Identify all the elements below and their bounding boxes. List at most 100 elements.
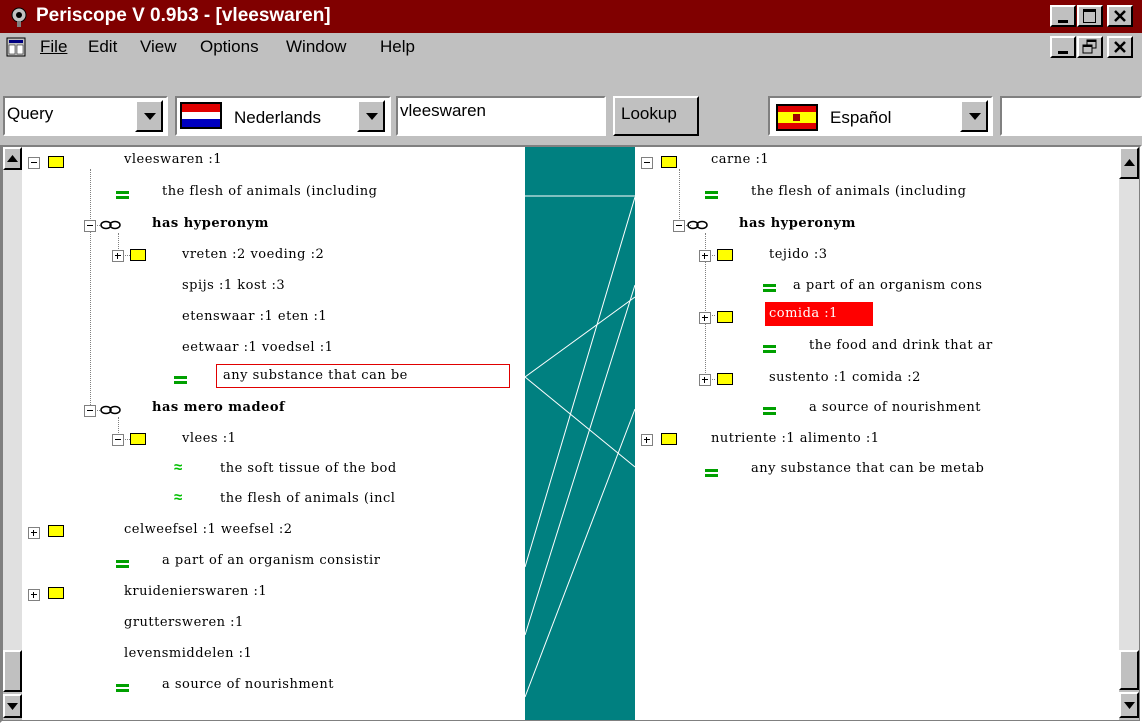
scroll-thumb[interactable] [3, 650, 22, 692]
mdi-minimize-button[interactable] [1050, 36, 1076, 58]
lookup-button[interactable]: Lookup [613, 96, 699, 136]
gloss-text[interactable]: a part of an organism consistir [162, 553, 380, 569]
collapse-toggle[interactable] [84, 220, 96, 232]
synset-folder-icon [48, 587, 64, 599]
relation-label[interactable]: has mero madeof [152, 400, 285, 416]
scroll-up-button[interactable] [1119, 147, 1139, 179]
relation-link-icon [100, 220, 121, 230]
source-tree-pane[interactable]: vleeswaren :1 the flesh of animals (incl… [22, 147, 525, 720]
gloss-text[interactable]: the flesh of animals (including [162, 184, 377, 200]
gloss-text[interactable]: the soft tissue of the bod [220, 461, 397, 477]
expand-toggle[interactable] [112, 250, 124, 262]
relation-link-icon [687, 220, 708, 230]
document-icon[interactable] [6, 37, 26, 57]
relation-link-icon [100, 405, 121, 415]
scroll-track[interactable] [1119, 179, 1139, 669]
query-input[interactable]: vleeswaren [396, 96, 606, 136]
arrow-down-icon [1124, 702, 1135, 709]
gloss-text[interactable]: any substance that can be metab [751, 461, 984, 477]
collapse-toggle[interactable] [112, 434, 124, 446]
tree-node[interactable]: levensmiddelen :1 [124, 646, 252, 662]
tree-node[interactable]: spijs :1 kost :3 [182, 278, 285, 294]
tree-node[interactable]: vlees :1 [182, 431, 236, 447]
menu-view[interactable]: View [140, 37, 177, 57]
target-language-dropdown[interactable] [960, 100, 988, 132]
scroll-down-button[interactable] [1119, 692, 1139, 718]
tree-node-root[interactable]: vleeswaren :1 [124, 152, 222, 168]
expand-toggle[interactable] [699, 374, 711, 386]
tree-node-selected: comida :1 [769, 306, 838, 321]
synset-folder-icon [717, 373, 733, 385]
tree-node[interactable]: etenswaar :1 eten :1 [182, 309, 327, 325]
target-input[interactable] [1000, 96, 1142, 136]
tree-node[interactable]: eetwaar :1 voedsel :1 [182, 340, 333, 356]
tree-node[interactable]: tejido :3 [769, 247, 828, 263]
gloss-equal-icon [116, 560, 129, 568]
window-title: Periscope V 0.9b3 - [vleeswaren] [36, 5, 331, 26]
minimize-button[interactable] [1050, 5, 1076, 27]
relation-label[interactable]: has hyperonym [739, 216, 856, 232]
menu-options[interactable]: Options [200, 37, 259, 57]
expand-toggle[interactable] [699, 312, 711, 324]
mode-select[interactable]: Query [3, 96, 168, 136]
expand-toggle[interactable] [28, 527, 40, 539]
scroll-up-button[interactable] [3, 147, 22, 170]
tree-node[interactable]: gruttersweren :1 [124, 615, 244, 631]
source-language-select[interactable]: Nederlands [175, 96, 391, 136]
synset-folder-icon [661, 156, 677, 168]
gloss-approx-icon: ≈ [174, 459, 183, 476]
tree-node-root[interactable]: carne :1 [711, 152, 769, 168]
gloss-text[interactable]: the food and drink that ar [809, 338, 993, 354]
gloss-text[interactable]: a part of an organism cons [793, 278, 982, 294]
scroll-track[interactable] [3, 170, 22, 670]
gloss-equal-icon [705, 191, 718, 199]
expand-toggle[interactable] [699, 250, 711, 262]
synset-folder-icon [661, 433, 677, 445]
collapse-toggle[interactable] [84, 405, 96, 417]
collapse-toggle[interactable] [673, 220, 685, 232]
scroll-down-button[interactable] [3, 694, 22, 718]
mdi-restore-button[interactable] [1077, 36, 1103, 58]
close-button[interactable] [1107, 5, 1133, 27]
title-bar[interactable]: Periscope V 0.9b3 - [vleeswaren] [0, 0, 1142, 33]
tree-node[interactable]: nutriente :1 alimento :1 [711, 431, 880, 447]
gloss-text[interactable]: a source of nourishment [809, 400, 981, 416]
collapse-toggle[interactable] [641, 157, 653, 169]
gloss-text[interactable]: the flesh of animals (incl [220, 491, 395, 507]
collapse-toggle[interactable] [28, 157, 40, 169]
menu-file-label: File [40, 37, 68, 56]
menu-help[interactable]: Help [380, 37, 415, 57]
maximize-button[interactable] [1077, 5, 1103, 27]
scroll-thumb[interactable] [1119, 650, 1139, 690]
menu-edit[interactable]: Edit [88, 37, 117, 57]
expand-toggle[interactable] [641, 434, 653, 446]
chevron-down-icon [969, 113, 981, 120]
right-scrollbar[interactable] [1119, 147, 1139, 720]
menu-file[interactable]: File [40, 37, 67, 57]
tree-node[interactable]: kruidenierswaren :1 [124, 584, 267, 600]
synset-folder-icon [717, 311, 733, 323]
selected-node-highlight[interactable]: comida :1 [765, 302, 873, 326]
tree-node[interactable]: sustento :1 comida :2 [769, 370, 921, 386]
expand-toggle[interactable] [28, 589, 40, 601]
alignment-connector-pane [525, 147, 635, 720]
tree-line [90, 169, 91, 411]
gloss-equal-icon [116, 191, 129, 199]
tree-node[interactable]: vreten :2 voeding :2 [182, 247, 324, 263]
target-language-select[interactable]: Español [768, 96, 993, 136]
target-tree-pane[interactable]: carne :1 the flesh of animals (including… [635, 147, 1119, 720]
gloss-selection-box[interactable]: any substance that can be [216, 364, 510, 388]
periscope-app-icon[interactable] [8, 6, 30, 28]
gloss-text[interactable]: a source of nourishment [162, 677, 334, 693]
mode-select-dropdown[interactable] [135, 100, 163, 132]
gloss-text[interactable]: the flesh of animals (including [751, 184, 966, 200]
relation-label[interactable]: has hyperonym [152, 216, 269, 232]
close-icon [1114, 41, 1126, 53]
mdi-close-button[interactable] [1107, 36, 1133, 58]
source-language-dropdown[interactable] [357, 100, 385, 132]
close-icon [1114, 10, 1126, 22]
query-input-value: vleeswaren [400, 101, 486, 120]
tree-node[interactable]: celweefsel :1 weefsel :2 [124, 522, 293, 538]
menu-window[interactable]: Window [286, 37, 346, 57]
left-scrollbar[interactable] [3, 147, 22, 720]
